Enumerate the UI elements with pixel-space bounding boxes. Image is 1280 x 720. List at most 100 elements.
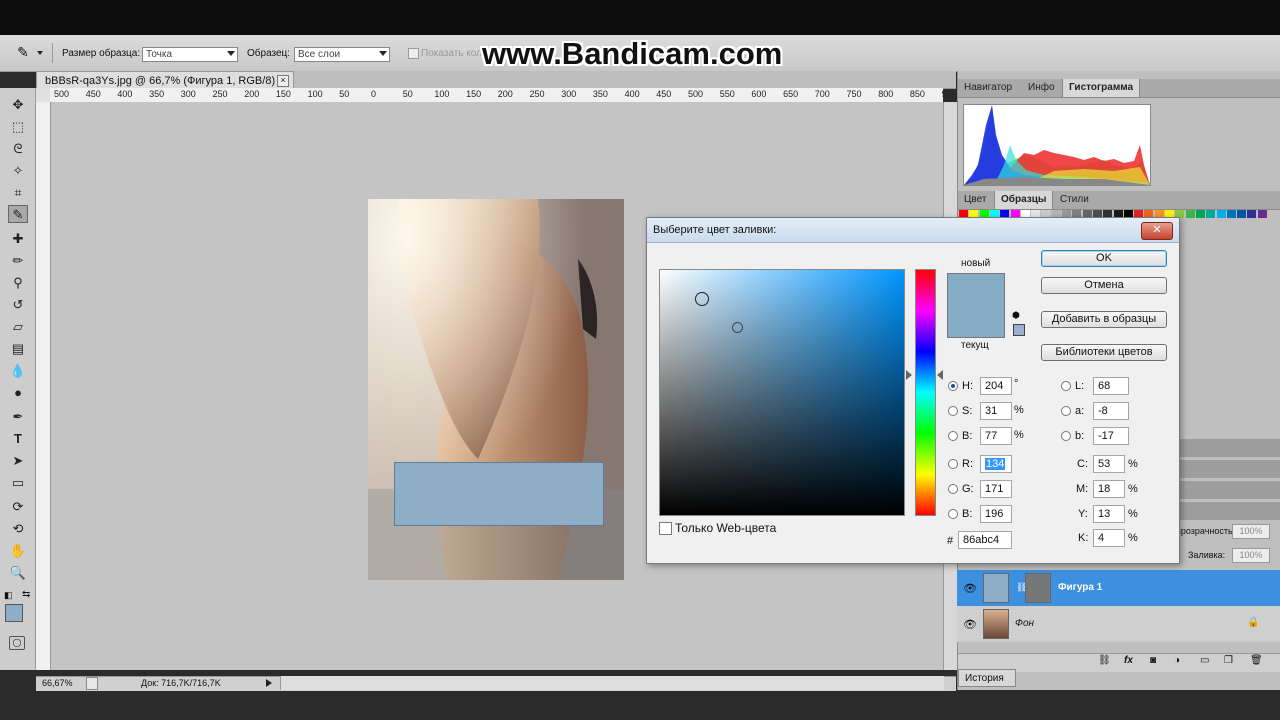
color-swatch[interactable]	[1247, 210, 1257, 218]
close-tab-icon[interactable]: ×	[277, 75, 289, 87]
websafe-color-swatch[interactable]	[1013, 324, 1025, 336]
zoom-preview-icon[interactable]	[86, 677, 98, 690]
blue-input[interactable]: 196	[980, 505, 1012, 523]
brush-tool-icon[interactable]: ✏	[8, 252, 28, 270]
color-swatch[interactable]	[1206, 210, 1216, 218]
lab-a-radio[interactable]	[1061, 406, 1071, 416]
black-input[interactable]: 4	[1093, 529, 1125, 547]
layer-row-background[interactable]: 👁 Фон 🔒	[957, 606, 1280, 642]
visibility-eye-icon[interactable]: 👁	[963, 618, 977, 631]
3d-orbit-tool-icon[interactable]: ⟲	[8, 520, 28, 538]
eraser-tool-icon[interactable]: ▱	[8, 318, 28, 336]
foreground-color-swatch[interactable]	[5, 604, 23, 622]
color-cursor-ring[interactable]	[732, 322, 743, 333]
new-layer-icon[interactable]: ❐	[1224, 655, 1233, 666]
opacity-input[interactable]: 100%	[1232, 524, 1270, 539]
tab-styles[interactable]: Стили	[1054, 191, 1095, 209]
marquee-tool-icon[interactable]: ⬚	[8, 118, 28, 136]
tab-color[interactable]: Цвет	[958, 191, 992, 209]
lab-a-input[interactable]: -8	[1093, 402, 1129, 420]
color-swatch[interactable]	[1195, 210, 1205, 218]
healing-brush-tool-icon[interactable]: ✚	[8, 230, 28, 248]
green-input[interactable]: 171	[980, 480, 1012, 498]
hex-input[interactable]: 86abc4	[958, 531, 1012, 549]
3d-rotate-tool-icon[interactable]: ⟳	[8, 498, 28, 516]
hue-slider-left-arrow[interactable]	[906, 370, 912, 380]
visibility-eye-icon[interactable]: 👁	[963, 582, 977, 595]
clone-stamp-tool-icon[interactable]: ⚲	[8, 274, 28, 292]
fill-input[interactable]: 100%	[1232, 548, 1270, 563]
color-libraries-button[interactable]: Библиотеки цветов	[1041, 344, 1167, 361]
show-ring-checkbox[interactable]	[408, 48, 419, 59]
tab-swatches[interactable]: Образцы	[994, 191, 1054, 209]
layer-row-shape[interactable]: 👁 ⛓ Фигура 1	[957, 570, 1280, 606]
tab-history[interactable]: История	[958, 669, 1016, 687]
hue-input[interactable]: 204	[980, 377, 1012, 395]
lab-l-input[interactable]: 68	[1093, 377, 1129, 395]
hue-slider[interactable]	[915, 269, 936, 516]
cyan-input[interactable]: 53	[1093, 455, 1125, 473]
brightness-radio[interactable]	[948, 431, 958, 441]
brightness-input[interactable]: 77	[980, 427, 1012, 445]
quick-selection-tool-icon[interactable]: ✧	[8, 162, 28, 180]
cancel-button[interactable]: Отмена	[1041, 277, 1167, 294]
zoom-tool-icon[interactable]: 🔍	[8, 564, 28, 582]
blue-radio[interactable]	[948, 509, 958, 519]
red-radio[interactable]	[948, 459, 958, 469]
tab-info[interactable]: Инфо	[1022, 79, 1061, 97]
sample-size-select[interactable]: Точка	[142, 47, 238, 62]
gamut-warning-icon[interactable]: ⬢	[1012, 310, 1022, 320]
lasso-tool-icon[interactable]: ᘓ	[8, 140, 28, 158]
tab-navigator[interactable]: Навигатор	[958, 79, 1018, 97]
type-tool-icon[interactable]: T	[8, 430, 28, 448]
hue-slider-right-arrow[interactable]	[937, 370, 943, 380]
eyedropper-tool-preset-icon[interactable]: ✎	[14, 44, 32, 62]
color-swatch[interactable]	[1226, 210, 1236, 218]
sample-layers-select[interactable]: Все слои	[294, 47, 390, 62]
move-tool-icon[interactable]: ✥	[8, 96, 28, 114]
color-swatch[interactable]	[1257, 210, 1267, 218]
color-swatch[interactable]	[1237, 210, 1247, 218]
magenta-input[interactable]: 18	[1093, 480, 1125, 498]
eyedropper-tool-icon[interactable]: ✎	[8, 205, 28, 223]
delete-layer-icon[interactable]: 🗑	[1250, 655, 1263, 666]
default-colors-icon[interactable]: ◧	[4, 590, 13, 601]
add-to-swatches-button[interactable]: Добавить в образцы	[1041, 311, 1167, 328]
history-brush-tool-icon[interactable]: ↺	[8, 296, 28, 314]
document-tab[interactable]: bBBsR-qa3Ys.jpg @ 66,7% (Фигура 1, RGB/8…	[36, 71, 294, 89]
pen-tool-icon[interactable]: ✒	[8, 408, 28, 426]
swap-colors-icon[interactable]: ⇆	[22, 589, 30, 600]
blur-tool-icon[interactable]: 💧	[8, 362, 28, 380]
saturation-radio[interactable]	[948, 406, 958, 416]
path-selection-tool-icon[interactable]: ➤	[8, 452, 28, 470]
yellow-input[interactable]: 13	[1093, 505, 1125, 523]
color-swatch[interactable]	[1185, 210, 1195, 218]
new-group-icon[interactable]: ▭	[1200, 655, 1209, 666]
web-only-checkbox[interactable]	[659, 522, 672, 535]
lab-b-input[interactable]: -17	[1093, 427, 1129, 445]
horizontal-scrollbar[interactable]	[280, 676, 944, 690]
saturation-input[interactable]: 31	[980, 402, 1012, 420]
shape-tool-icon[interactable]: ▭	[8, 474, 28, 492]
ok-button[interactable]: OK	[1041, 250, 1167, 267]
red-input[interactable]: 134	[980, 455, 1012, 473]
layer-style-icon[interactable]: fx	[1124, 655, 1133, 666]
shape-layer-rectangle[interactable]	[394, 462, 604, 526]
adjustment-layer-icon[interactable]: ◑	[1174, 655, 1180, 666]
dodge-tool-icon[interactable]: ●	[8, 384, 28, 402]
lab-b-radio[interactable]	[1061, 431, 1071, 441]
link-layers-icon[interactable]: ⛓	[1098, 655, 1111, 666]
lab-l-radio[interactable]	[1061, 381, 1071, 391]
gradient-tool-icon[interactable]: ▤	[8, 340, 28, 358]
hue-radio[interactable]	[948, 381, 958, 391]
close-icon[interactable]: ✕	[1141, 222, 1173, 240]
zoom-level[interactable]: 66,67%	[42, 678, 73, 688]
color-swatch[interactable]	[1216, 210, 1226, 218]
status-menu-arrow-icon[interactable]	[266, 679, 272, 687]
hand-tool-icon[interactable]: ✋	[8, 542, 28, 560]
quick-mask-icon[interactable]: ◯	[9, 636, 25, 650]
color-field[interactable]	[659, 269, 905, 516]
tab-histogram[interactable]: Гистограмма	[1062, 79, 1141, 97]
tool-preset-dropdown-icon[interactable]	[37, 51, 43, 55]
add-mask-icon[interactable]: ◙	[1150, 655, 1156, 666]
